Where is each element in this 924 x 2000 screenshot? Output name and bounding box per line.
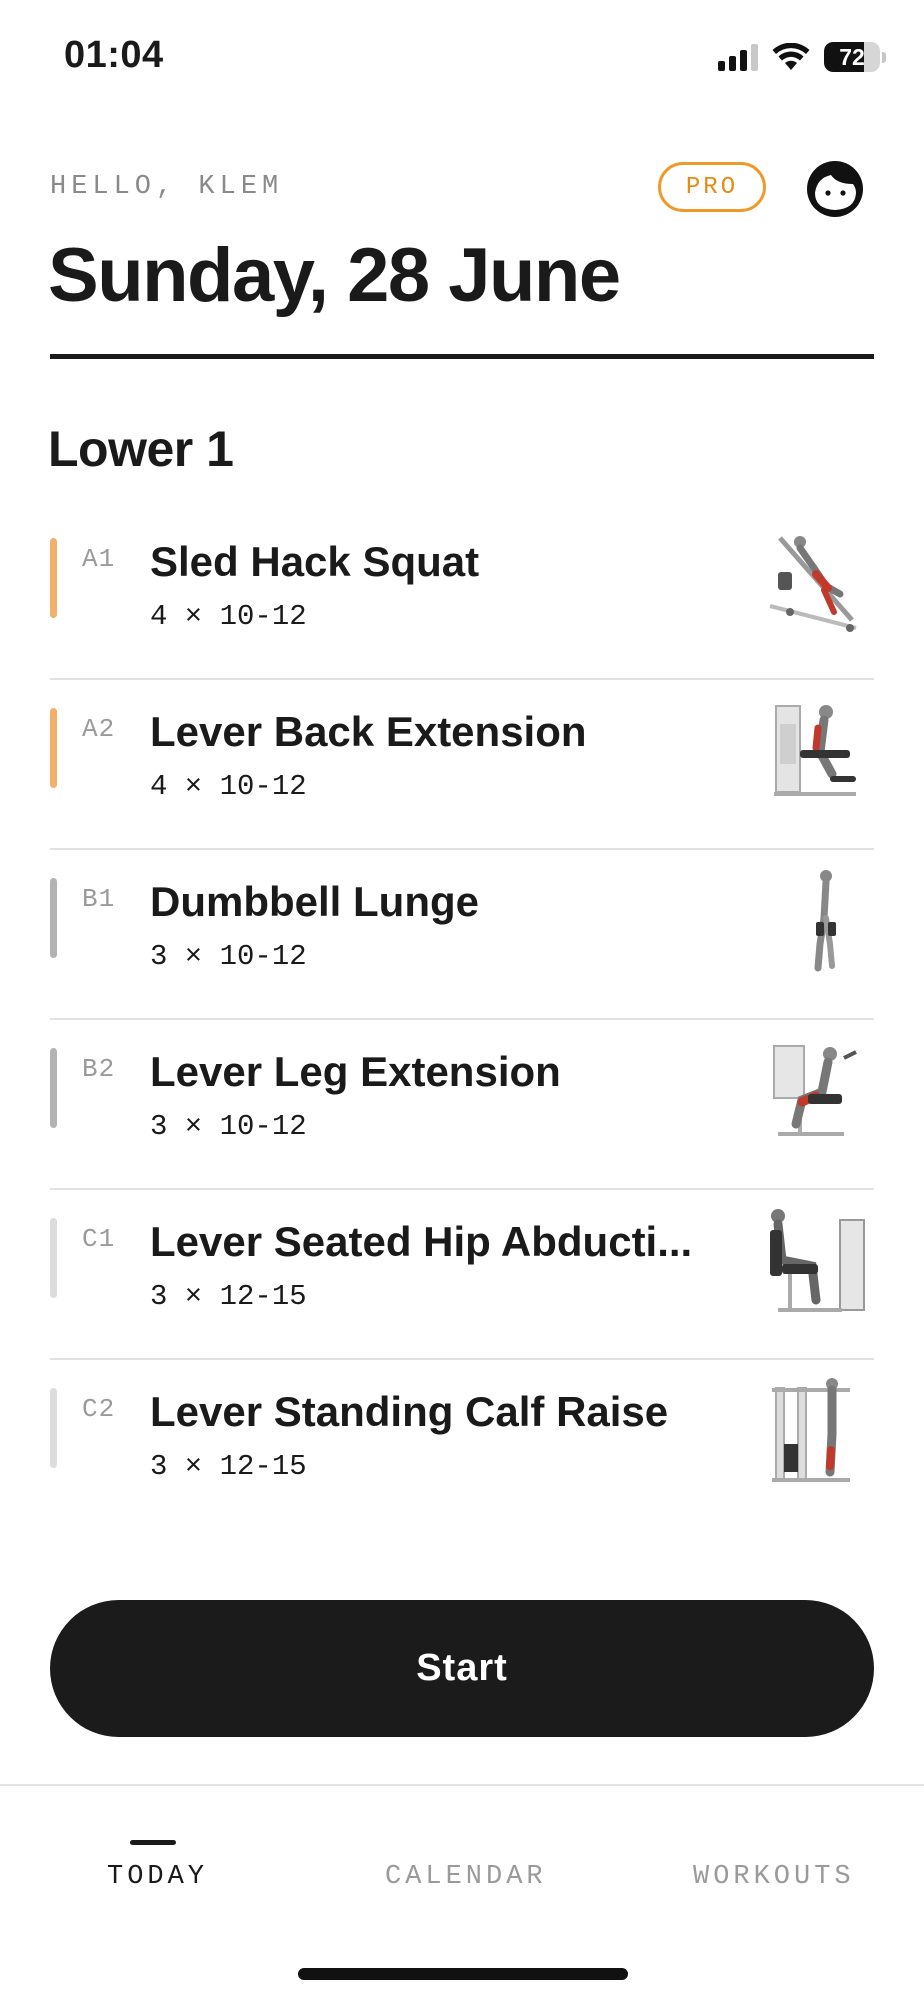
superset-accent-bar [50, 878, 57, 958]
exercise-code: A1 [82, 544, 116, 574]
superset-accent-bar [50, 1218, 57, 1298]
exercise-sets: 3 × 10-12 [150, 940, 307, 973]
exercise-row[interactable]: B2 Lever Leg Extension 3 × 10-12 [50, 1020, 874, 1190]
exercise-code: A2 [82, 714, 116, 744]
wifi-icon [772, 43, 810, 70]
exercise-name: Lever Back Extension [150, 708, 587, 755]
tab-today[interactable]: TODAY [107, 1862, 208, 1892]
pro-badge[interactable]: PRO [658, 162, 766, 212]
exercise-row[interactable]: A2 Lever Back Extension 4 × 10-12 [50, 680, 874, 850]
cellular-signal-icon [718, 43, 758, 71]
exercise-list: A1 Sled Hack Squat 4 × 10-12 A2 Lever Ba… [50, 510, 874, 1530]
exercise-sets: 3 × 12-15 [150, 1450, 307, 1483]
dumbbell-lunge-illustration [814, 870, 836, 972]
superset-accent-bar [50, 1388, 57, 1468]
superset-accent-bar [50, 538, 57, 618]
exercise-code: B1 [82, 884, 116, 914]
tab-workouts[interactable]: WORKOUTS [693, 1862, 855, 1892]
lever-leg-extension-illustration [773, 1045, 857, 1136]
battery-percent: 72 [839, 44, 865, 70]
exercise-sets: 4 × 10-12 [150, 770, 307, 803]
lever-back-extension-illustration [774, 705, 856, 796]
exercise-name: Lever Standing Calf Raise [150, 1388, 669, 1435]
exercise-sets: 3 × 12-15 [150, 1280, 307, 1313]
exercise-name: Sled Hack Squat [150, 538, 480, 585]
superset-accent-bar [50, 708, 57, 788]
start-button[interactable]: Start [50, 1600, 874, 1737]
exercise-code: B2 [82, 1054, 116, 1084]
workout-name: Lower 1 [48, 421, 234, 477]
status-icons: 72 [718, 40, 886, 74]
title-divider [50, 354, 874, 359]
sled-hack-squat-illustration [769, 536, 857, 632]
greeting-text: HELLO, KLEM [50, 172, 284, 202]
active-tab-indicator [130, 1840, 176, 1845]
battery-icon: 72 [824, 42, 886, 72]
exercise-sets: 4 × 10-12 [150, 600, 307, 633]
exercise-name: Lever Leg Extension [150, 1048, 561, 1095]
exercise-row[interactable]: C2 Lever Standing Calf Raise 3 × 12-15 [50, 1360, 874, 1530]
superset-accent-bar [50, 1048, 57, 1128]
status-time: 01:04 [64, 34, 164, 76]
exercise-name: Dumbbell Lunge [150, 878, 479, 925]
lever-seated-hip-abduction-illustration [770, 1209, 865, 1312]
home-indicator [298, 1968, 628, 1980]
exercise-code: C1 [82, 1224, 116, 1254]
exercise-row[interactable]: C1 Lever Seated Hip Abducti... 3 × 12-15 [50, 1190, 874, 1360]
page-title: Sunday, 28 June [48, 233, 621, 318]
exercise-row[interactable]: B1 Dumbbell Lunge 3 × 10-12 [50, 850, 874, 1020]
face-avatar-icon[interactable] [806, 160, 864, 218]
exercise-name: Lever Seated Hip Abducti... [150, 1218, 693, 1265]
exercise-row[interactable]: A1 Sled Hack Squat 4 × 10-12 [50, 510, 874, 680]
exercise-sets: 3 × 10-12 [150, 1110, 307, 1143]
tab-calendar[interactable]: CALENDAR [385, 1862, 547, 1892]
lever-standing-calf-raise-illustration [772, 1378, 850, 1482]
exercise-code: C2 [82, 1394, 116, 1424]
